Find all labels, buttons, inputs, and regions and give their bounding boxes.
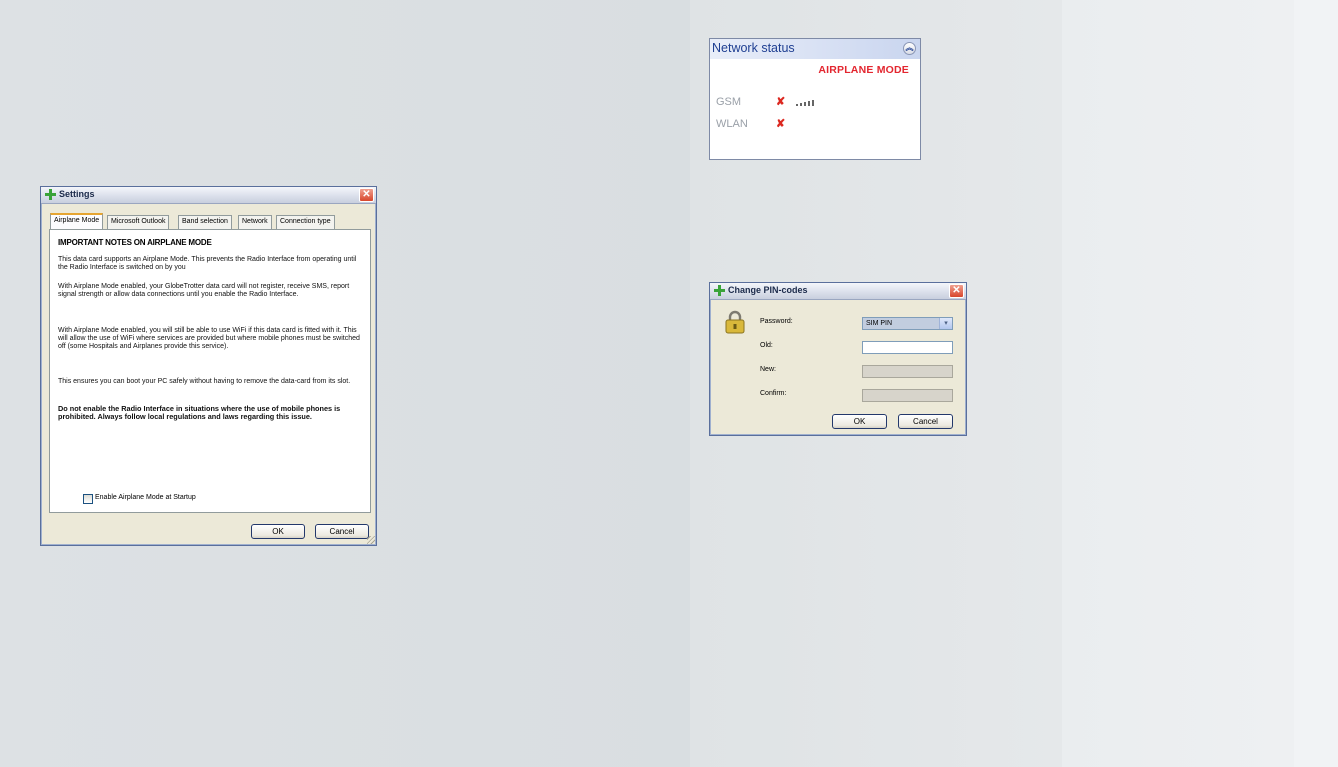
enable-airplane-mode-label: Enable Airplane Mode at Startup bbox=[95, 494, 196, 501]
gsm-label: GSM bbox=[716, 96, 742, 108]
airplane-notes-heading: IMPORTANT NOTES ON AIRPLANE MODE bbox=[58, 238, 212, 247]
wlan-label: WLAN bbox=[716, 118, 748, 130]
confirm-pin-input[interactable] bbox=[862, 389, 953, 402]
notes-paragraph: With Airplane Mode enabled, you will sti… bbox=[58, 327, 360, 350]
settings-dialog: Settings ✕ Airplane Mode Microsoft Outlo… bbox=[40, 186, 377, 546]
enable-airplane-mode-checkbox[interactable] bbox=[83, 494, 93, 504]
tab-connection-type[interactable]: Connection type bbox=[276, 215, 335, 229]
new-pin-input[interactable] bbox=[862, 365, 953, 378]
network-status-panel: Network status ︽ AIRPLANE MODE GSM ✘ WLA… bbox=[709, 38, 921, 160]
warning-text: Do not enable the Radio Interface in sit… bbox=[58, 404, 341, 421]
notes-paragraph: This ensures you can boot your PC safely… bbox=[58, 378, 351, 385]
pin-dialog-title: Change PIN-codes bbox=[728, 285, 808, 295]
pin-close-button[interactable]: ✕ bbox=[949, 284, 964, 298]
resize-grip[interactable] bbox=[367, 536, 375, 544]
close-icon: ✕ bbox=[952, 285, 961, 296]
settings-ok-button[interactable]: OK bbox=[251, 524, 305, 539]
globetrotter-logo-icon bbox=[714, 285, 725, 296]
tab-band-selection[interactable]: Band selection bbox=[178, 215, 232, 229]
network-status-header: Network status ︽ bbox=[710, 39, 920, 59]
password-label: Password: bbox=[760, 318, 793, 325]
confirm-pin-label: Confirm: bbox=[760, 390, 787, 397]
tab-network[interactable]: Network bbox=[238, 215, 272, 229]
chevron-up-icon: ︽ bbox=[905, 43, 914, 52]
old-pin-input[interactable] bbox=[862, 341, 953, 354]
password-type-value: SIM PIN bbox=[866, 320, 893, 327]
airplane-mode-panel: IMPORTANT NOTES ON AIRPLANE MODE This da… bbox=[49, 229, 371, 513]
gsm-disabled-icon: ✘ bbox=[776, 96, 786, 108]
wlan-disabled-icon: ✘ bbox=[776, 118, 786, 130]
settings-cancel-button[interactable]: Cancel bbox=[315, 524, 369, 539]
network-status-title: Network status bbox=[712, 41, 795, 55]
pin-cancel-button[interactable]: Cancel bbox=[898, 414, 953, 429]
change-pin-dialog: Change PIN-codes ✕ Password: SIM PIN ▾ O… bbox=[709, 282, 967, 436]
pin-titlebar[interactable]: Change PIN-codes ✕ bbox=[710, 283, 966, 300]
notes-paragraph: This data card supports an Airplane Mode… bbox=[58, 256, 357, 271]
old-pin-label: Old: bbox=[760, 342, 773, 349]
globetrotter-logo-icon bbox=[45, 189, 56, 200]
padlock-icon bbox=[725, 310, 745, 334]
chevron-down-icon[interactable]: ▾ bbox=[939, 318, 952, 329]
new-pin-label: New: bbox=[760, 366, 776, 373]
signal-bars-icon bbox=[796, 98, 820, 106]
settings-title: Settings bbox=[59, 189, 95, 199]
collapse-button[interactable]: ︽ bbox=[903, 42, 916, 55]
close-icon: ✕ bbox=[362, 189, 371, 200]
settings-titlebar[interactable]: Settings ✕ bbox=[41, 187, 376, 204]
tab-airplane-mode[interactable]: Airplane Mode bbox=[50, 213, 104, 229]
notes-paragraph: With Airplane Mode enabled, your GlobeTr… bbox=[58, 283, 350, 298]
settings-close-button[interactable]: ✕ bbox=[359, 188, 374, 202]
password-type-select[interactable]: SIM PIN ▾ bbox=[862, 317, 953, 330]
airplane-mode-status: AIRPLANE MODE bbox=[818, 64, 909, 76]
pin-ok-button[interactable]: OK bbox=[832, 414, 887, 429]
tab-microsoft-outlook[interactable]: Microsoft Outlook bbox=[107, 215, 170, 229]
